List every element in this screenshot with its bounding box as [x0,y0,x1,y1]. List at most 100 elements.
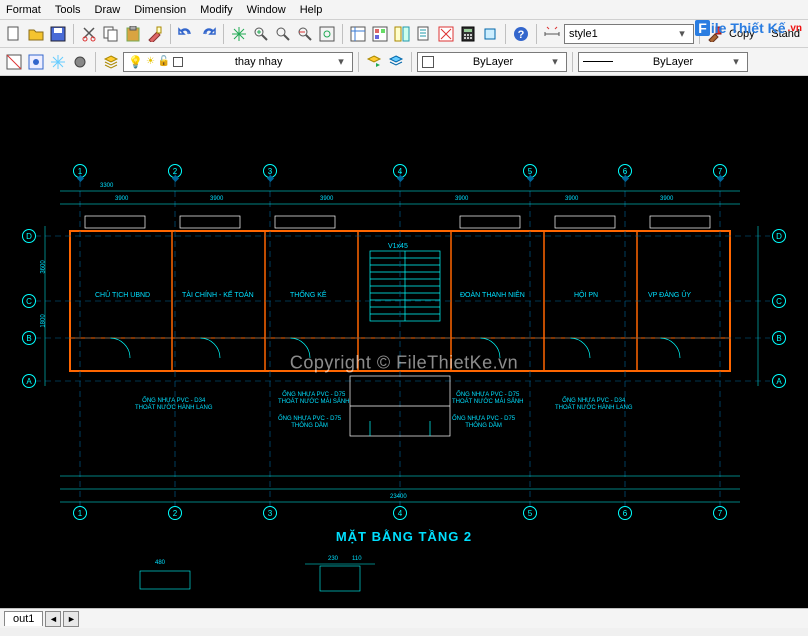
color-swatch [173,57,183,67]
grid-bubble: A [772,374,786,388]
grid-bubble: 2 [168,506,182,520]
dim: 3900 [320,196,333,202]
grid-bubble: 1 [73,506,87,520]
dim: 23400 [390,494,407,500]
menu-format[interactable]: Format [6,4,41,16]
grid-bubble: 6 [618,506,632,520]
linetype-value: ByLayer [653,56,693,68]
dimstyle-value: style1 [569,28,598,40]
note: ỐNG NHỰA PVC - D75THÔNG DẦM [452,416,515,430]
markup-icon[interactable] [436,24,456,44]
menu-window[interactable]: Window [247,4,286,16]
grid-bubble: C [22,294,36,308]
tab-scroll-right-icon[interactable]: ► [63,611,79,627]
dim: 3900 [210,196,223,202]
toolbar-standard: ? style1 ▾ Copy Stand File Thiết Kế.vn [0,20,808,48]
properties-icon[interactable] [348,24,368,44]
room-label: HỘI PN [574,292,598,299]
zoom-extents-icon[interactable] [317,24,337,44]
block-editor-icon[interactable] [480,24,500,44]
layer-manager-icon[interactable] [101,52,121,72]
tab-scroll-left-icon[interactable]: ◄ [45,611,61,627]
room-label: ĐOÀN THANH NIÊN [460,292,525,299]
match-props-icon[interactable] [145,24,165,44]
sheet-set-icon[interactable] [414,24,434,44]
calculator-icon[interactable] [458,24,478,44]
save-icon[interactable] [48,24,68,44]
layer-states-icon[interactable] [386,52,406,72]
layer-walk-icon[interactable] [26,52,46,72]
svg-text:?: ? [518,29,525,41]
drawing-title: MẶT BẰNG TẦNG 2 [336,529,472,544]
dim: 1800 [41,314,47,327]
dimstyle-icon[interactable] [542,24,562,44]
dim: 3900 [115,196,128,202]
vk-label: V1x45 [388,243,408,250]
sun-icon: ☀ [146,56,155,67]
color-value: ByLayer [473,56,513,68]
zoom-realtime-icon[interactable] [251,24,271,44]
site-logo: File Thiết Kế.vn [695,20,802,36]
chevron-down-icon: ▾ [334,55,348,68]
lock-icon: 🔓 [158,56,170,67]
dim: 3300 [100,183,113,189]
linetype-combo[interactable]: ByLayer ▾ [578,52,748,72]
grid-bubble: 3 [263,506,277,520]
layer-name: thay nhay [235,56,283,68]
grid-bubble: 4 [393,506,407,520]
menu-bar: Format Tools Draw Dimension Modify Windo… [0,0,808,20]
redo-icon[interactable] [198,24,218,44]
dim: 3900 [660,196,673,202]
layer-freeze-icon[interactable] [48,52,68,72]
help-icon[interactable]: ? [511,24,531,44]
menu-tools[interactable]: Tools [55,4,81,16]
grid-bubble: D [22,229,36,243]
grid-bubble: B [22,331,36,345]
room-label: CHỦ TỊCH UBND [95,292,150,299]
layer-previous-icon[interactable] [364,52,384,72]
note: ỐNG NHỰA PVC - D34THOÁT NƯỚC HÀNH LANG [555,398,633,412]
tool-palettes-icon[interactable] [392,24,412,44]
linetype-preview-icon [583,61,613,62]
toolbar-layers: 💡 ☀ 🔓 thay nhay ▾ ByLayer ▾ ByLayer ▾ [0,48,808,76]
dim: 230 [328,556,338,562]
bulb-icon: 💡 [128,55,143,69]
dim: 3600 [41,260,47,273]
menu-modify[interactable]: Modify [200,4,232,16]
dim: 480 [155,560,165,566]
zoom-window-icon[interactable] [273,24,293,44]
layer-combo[interactable]: 💡 ☀ 🔓 thay nhay ▾ [123,52,353,72]
color-swatch-icon [422,56,434,68]
paste-icon[interactable] [123,24,143,44]
menu-draw[interactable]: Draw [95,4,121,16]
grid-bubble: 5 [523,506,537,520]
new-icon[interactable] [4,24,24,44]
note: ỐNG NHỰA PVC - D34THOÁT NƯỚC HÀNH LANG [135,398,213,412]
layer-state-icons: 💡 ☀ 🔓 [128,55,183,69]
cut-icon[interactable] [79,24,99,44]
model-tabs-bar: out1 ◄ ► [0,608,808,628]
open-icon[interactable] [26,24,46,44]
layout-tab[interactable]: out1 [4,611,43,626]
layer-off-icon[interactable] [70,52,90,72]
layer-iso-icon[interactable] [4,52,24,72]
undo-icon[interactable] [176,24,196,44]
note: ỐNG NHỰA PVC - D75THOÁT NƯỚC MÁI SẢNH [452,392,524,406]
grid-bubble: 7 [713,506,727,520]
grid-bubble: C [772,294,786,308]
pan-icon[interactable] [229,24,249,44]
chevron-down-icon: ▾ [729,55,743,68]
dim: 3900 [565,196,578,202]
drawing-canvas[interactable]: 1 2 3 4 5 6 7 1 2 3 4 5 6 7 D C B A D C … [0,76,808,608]
zoom-previous-icon[interactable] [295,24,315,44]
copy-icon[interactable] [101,24,121,44]
design-center-icon[interactable] [370,24,390,44]
color-combo[interactable]: ByLayer ▾ [417,52,567,72]
chevron-down-icon: ▾ [548,55,562,68]
menu-help[interactable]: Help [300,4,323,16]
room-label: TÀI CHÍNH - KẾ TOÁN [182,292,254,299]
menu-dimension[interactable]: Dimension [134,4,186,16]
dim: 3900 [455,196,468,202]
dimstyle-combo[interactable]: style1 ▾ [564,24,694,44]
grid-bubble: D [772,229,786,243]
